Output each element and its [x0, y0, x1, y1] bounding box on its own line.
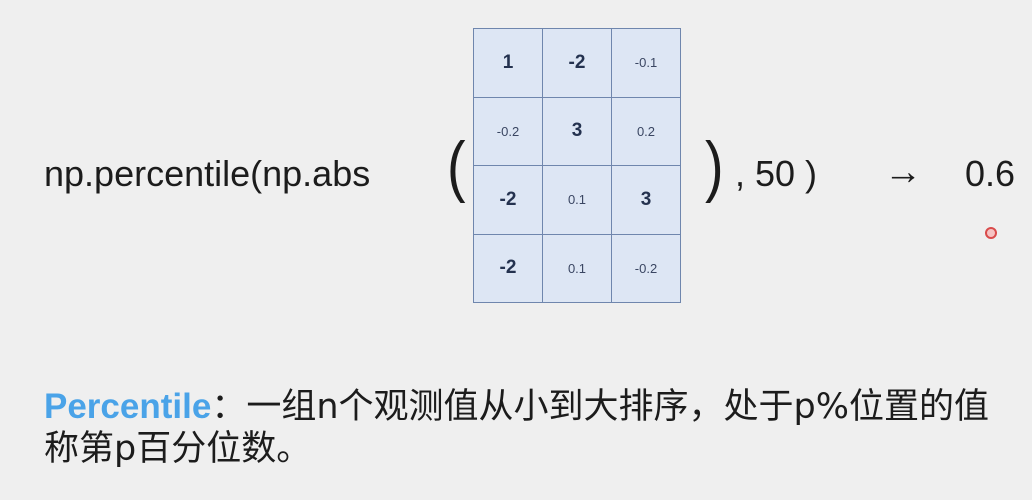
definition-text: Percentile：一组n个观测值从小到大排序，处于p%位置的值称第p百分位数…: [44, 386, 1004, 470]
matrix-row: -2 0.1 3: [473, 165, 681, 235]
matrix-cell: -2: [473, 233, 543, 303]
matrix-cell: 0.2: [611, 96, 681, 166]
matrix-cell: 0.1: [542, 233, 612, 303]
matrix-cell: -2: [542, 28, 612, 98]
percentile-argument-text: , 50 ): [735, 153, 818, 194]
matrix-cell: -2: [473, 165, 543, 235]
right-arrow-icon: →: [884, 151, 922, 193]
definition-separator: ：: [211, 387, 247, 427]
matrix-cell: -0.2: [473, 96, 543, 166]
function-call-text: np.percentile(np.abs: [44, 153, 371, 194]
result-value: 0.6: [965, 153, 1016, 194]
close-paren: ): [705, 128, 724, 204]
open-paren: (: [447, 128, 466, 204]
pointer-dot-icon: [985, 227, 997, 239]
slide: np.percentile(np.abs ( 1 -2 -0.1 -0.2 3 0.2 -2…: [0, 0, 1032, 500]
input-matrix: 1 -2 -0.1 -0.2 3 0.2 -2 0.1 3 -2 0.1 -0.2: [473, 28, 681, 303]
matrix-row: -0.2 3 0.2: [473, 96, 681, 166]
matrix-row: 1 -2 -0.1: [473, 28, 681, 98]
matrix-cell: 1: [473, 28, 543, 98]
matrix-cell: -0.2: [611, 233, 681, 303]
matrix-cell: -0.1: [611, 28, 681, 98]
matrix-cell: 3: [611, 165, 681, 235]
matrix-cell: 3: [542, 96, 612, 166]
matrix-row: -2 0.1 -0.2: [473, 233, 681, 303]
definition-term: Percentile: [44, 387, 212, 426]
matrix-cell: 0.1: [542, 165, 612, 235]
